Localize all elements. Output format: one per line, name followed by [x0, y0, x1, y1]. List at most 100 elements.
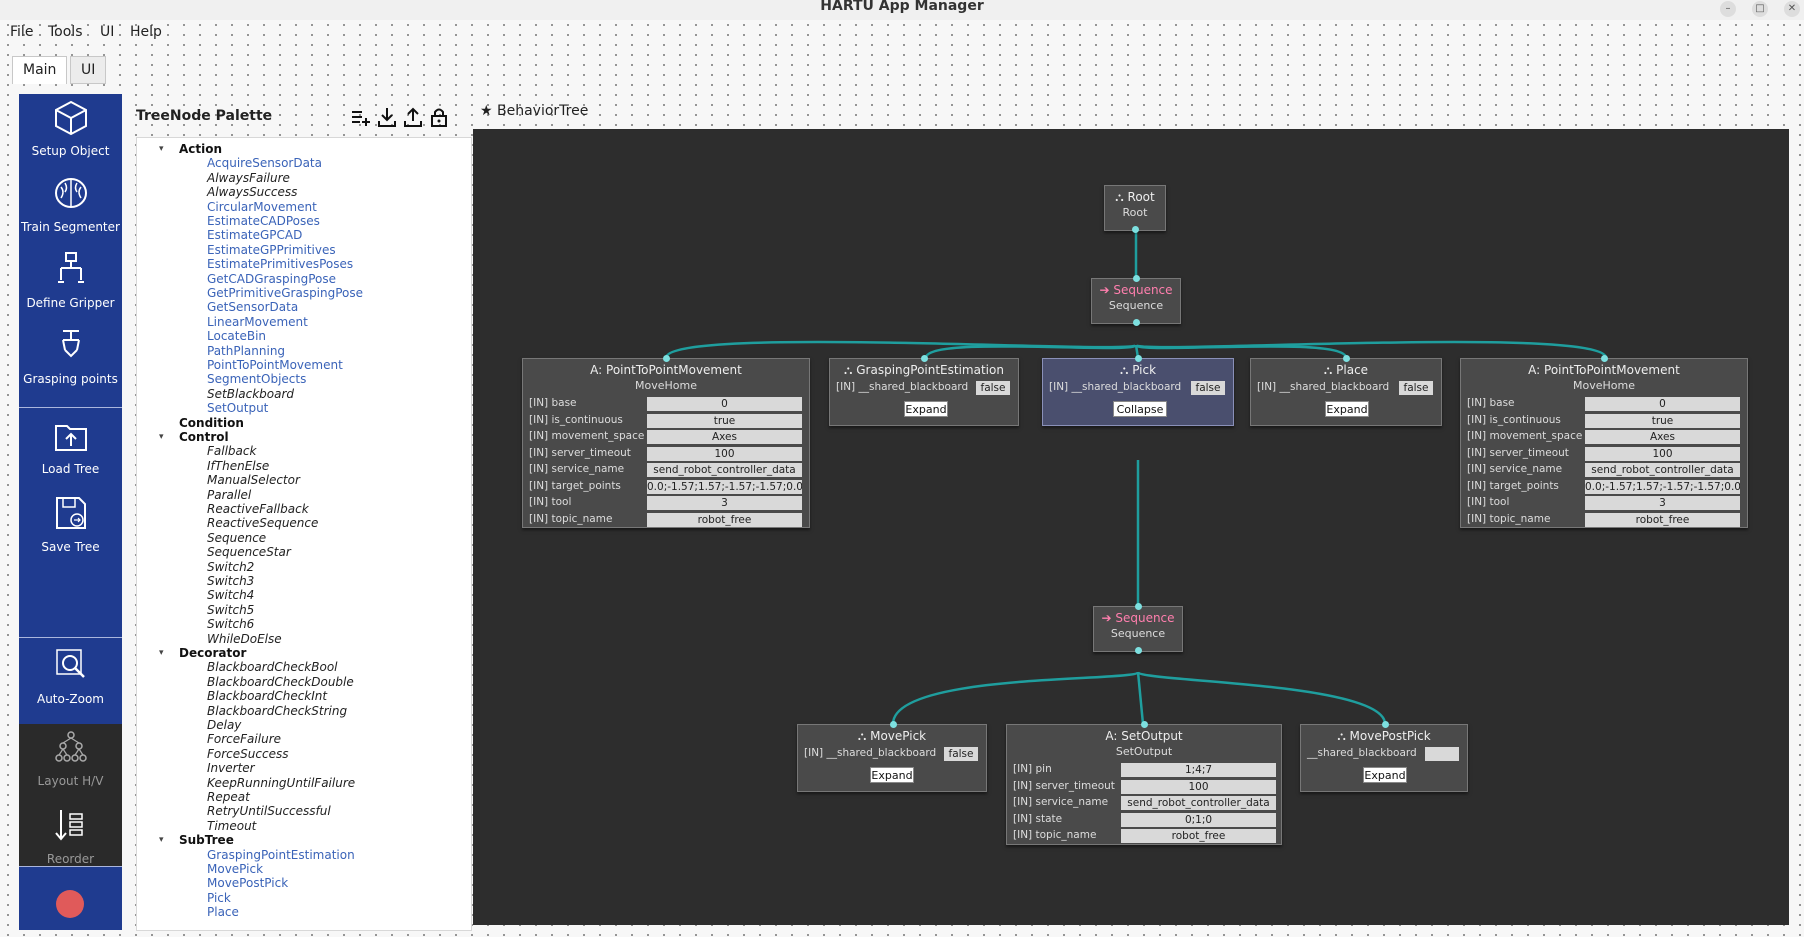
palette-item[interactable]: Sequence — [207, 531, 266, 545]
palette-item[interactable]: Inverter — [207, 761, 255, 775]
palette-item[interactable]: ReactiveFallback — [207, 502, 309, 516]
expand-button[interactable]: Expand — [904, 401, 948, 417]
load-tree-button[interactable]: Load Tree — [19, 412, 122, 488]
palette-item[interactable]: MovePick — [207, 862, 263, 876]
node-pick[interactable]: ⛬ Pick [IN] __shared_blackboard false Co… — [1042, 355, 1234, 426]
output-port[interactable] — [1133, 319, 1140, 326]
palette-item[interactable]: ForceSuccess — [207, 747, 288, 761]
input-port[interactable] — [1135, 355, 1142, 362]
palette-item[interactable]: CircularMovement — [207, 200, 317, 214]
palette-item[interactable]: Pick — [207, 891, 231, 905]
menu-help[interactable]: Help — [130, 24, 162, 40]
port-value[interactable]: 0;1;0 — [1121, 812, 1276, 827]
palette-item[interactable]: Place — [207, 905, 239, 919]
record-button[interactable] — [56, 890, 84, 918]
expand-caret-icon[interactable]: ▾ — [159, 835, 164, 845]
input-port[interactable] — [921, 355, 928, 362]
palette-item[interactable]: ManualSelector — [207, 473, 300, 487]
palette-category[interactable]: Condition — [179, 416, 244, 430]
output-port[interactable] — [1135, 647, 1142, 654]
expand-button[interactable]: Expand — [1363, 767, 1407, 783]
palette-item[interactable]: GetCADGraspingPose — [207, 272, 336, 286]
port-value[interactable]: 3 — [647, 496, 802, 510]
port-value[interactable]: Axes — [647, 430, 802, 444]
port-value[interactable]: false — [1399, 381, 1433, 395]
palette-item[interactable]: GraspingPointEstimation — [207, 848, 355, 862]
menu-ui[interactable]: UI — [100, 24, 114, 40]
palette-item[interactable]: Parallel — [207, 488, 251, 502]
layout-hv-button[interactable]: Layout H/V — [19, 724, 122, 800]
node-movepick[interactable]: ⛬ MovePick [IN] __shared_blackboard fals… — [797, 721, 987, 792]
port-value[interactable]: send_robot_controller_data — [647, 463, 802, 477]
port-value[interactable]: false — [976, 381, 1010, 395]
palette-item[interactable]: IfThenElse — [207, 459, 269, 473]
expand-button[interactable]: Expand — [870, 767, 914, 783]
node-sequence-1[interactable]: ➔ Sequence Sequence — [1091, 275, 1181, 326]
palette-item[interactable]: KeepRunningUntilFailure — [207, 776, 355, 790]
port-value[interactable]: send_robot_controller_data — [1121, 796, 1276, 810]
input-port[interactable] — [1141, 721, 1148, 728]
setup-object-button[interactable]: Setup Object — [19, 94, 122, 170]
node-setoutput[interactable]: A: SetOutput SetOutput [IN] pin 1;4;7 [IN… — [1006, 721, 1282, 845]
port-value[interactable] — [1425, 747, 1459, 761]
minimize-icon[interactable]: – — [1720, 1, 1736, 17]
input-port[interactable] — [1135, 603, 1142, 610]
define-gripper-button[interactable]: Define Gripper — [19, 246, 122, 322]
port-value[interactable]: 1;4;7 — [1121, 763, 1276, 777]
tree-editor-canvas[interactable]: ⛬ Root Root ➔ Sequence Sequence A: Point… — [473, 129, 1789, 925]
palette-item[interactable]: LinearMovement — [207, 315, 308, 329]
palette-item[interactable]: Switch6 — [207, 617, 254, 631]
menu-file[interactable]: File — [10, 24, 33, 40]
lock-icon[interactable] — [428, 106, 450, 128]
input-port[interactable] — [890, 721, 897, 728]
save-tree-button[interactable]: Save Tree — [19, 490, 122, 566]
palette-item[interactable]: AcquireSensorData — [207, 156, 322, 170]
expand-caret-icon[interactable]: ▾ — [159, 432, 164, 442]
port-value[interactable]: Axes — [1585, 430, 1740, 444]
palette-item[interactable]: MovePostPick — [207, 876, 288, 890]
palette-item[interactable]: EstimateGPPrimitives — [207, 243, 336, 257]
palette-item[interactable]: EstimateCADPoses — [207, 214, 320, 228]
palette-item[interactable]: Fallback — [207, 444, 256, 458]
menu-tools[interactable]: Tools — [48, 24, 83, 40]
add-list-icon[interactable] — [350, 106, 372, 128]
palette-item[interactable]: GetSensorData — [207, 300, 298, 314]
train-segmenter-button[interactable]: Train Segmenter — [19, 170, 122, 246]
behaviortree-tab[interactable]: ★ BehaviorTree — [480, 103, 588, 119]
input-port[interactable] — [1601, 355, 1608, 362]
node-place[interactable]: ⛬ Place [IN] __shared_blackboard false E… — [1250, 355, 1442, 426]
expand-button[interactable]: Expand — [1325, 401, 1369, 417]
port-value[interactable]: robot_free — [1121, 829, 1276, 843]
port-value[interactable]: true — [647, 413, 802, 428]
palette-item[interactable]: WhileDoElse — [207, 632, 282, 646]
palette-item[interactable]: Switch5 — [207, 603, 254, 617]
node-sequence-2[interactable]: ➔ Sequence Sequence — [1093, 603, 1183, 654]
close-icon[interactable]: ✕ — [1784, 1, 1800, 17]
port-value[interactable]: 0 — [1585, 397, 1740, 411]
palette-item[interactable]: SetOutput — [207, 401, 268, 415]
node-grasping-point-estimation[interactable]: ⛬ GraspingPointEstimation [IN] __shared_… — [829, 355, 1019, 426]
upload-icon[interactable] — [402, 106, 424, 128]
grasping-points-button[interactable]: Grasping points — [19, 322, 122, 398]
palette-item[interactable]: Switch3 — [207, 574, 254, 588]
palette-item[interactable]: GetPrimitiveGraspingPose — [207, 286, 363, 300]
output-port[interactable] — [1132, 226, 1139, 233]
palette-item[interactable]: EstimatePrimitivesPoses — [207, 257, 353, 271]
port-value[interactable]: 0 — [647, 397, 802, 411]
palette-item[interactable]: BlackboardCheckBool — [207, 660, 338, 674]
node-root[interactable]: ⛬ Root Root — [1104, 185, 1166, 233]
input-port[interactable] — [1343, 355, 1350, 362]
collapse-button[interactable]: Collapse — [1113, 401, 1167, 417]
port-value[interactable]: true — [1585, 413, 1740, 428]
palette-item[interactable]: SegmentObjects — [207, 372, 306, 386]
node-ptp-movement-1[interactable]: A: PointToPointMovement MoveHome [IN] ba… — [522, 355, 810, 528]
palette-item[interactable]: BlackboardCheckInt — [207, 689, 327, 703]
palette-item[interactable]: Delay — [207, 718, 241, 732]
palette-category[interactable]: Control — [179, 430, 229, 444]
port-value[interactable]: 100 — [1121, 779, 1276, 794]
download-icon[interactable] — [376, 106, 398, 128]
palette-category[interactable]: Action — [179, 142, 222, 156]
node-movepostpick[interactable]: ⛬ MovePostPick __shared_blackboard Expan… — [1300, 721, 1468, 792]
palette-item[interactable]: EstimateGPCAD — [207, 228, 302, 242]
palette-item[interactable]: PointToPointMovement — [207, 358, 343, 372]
